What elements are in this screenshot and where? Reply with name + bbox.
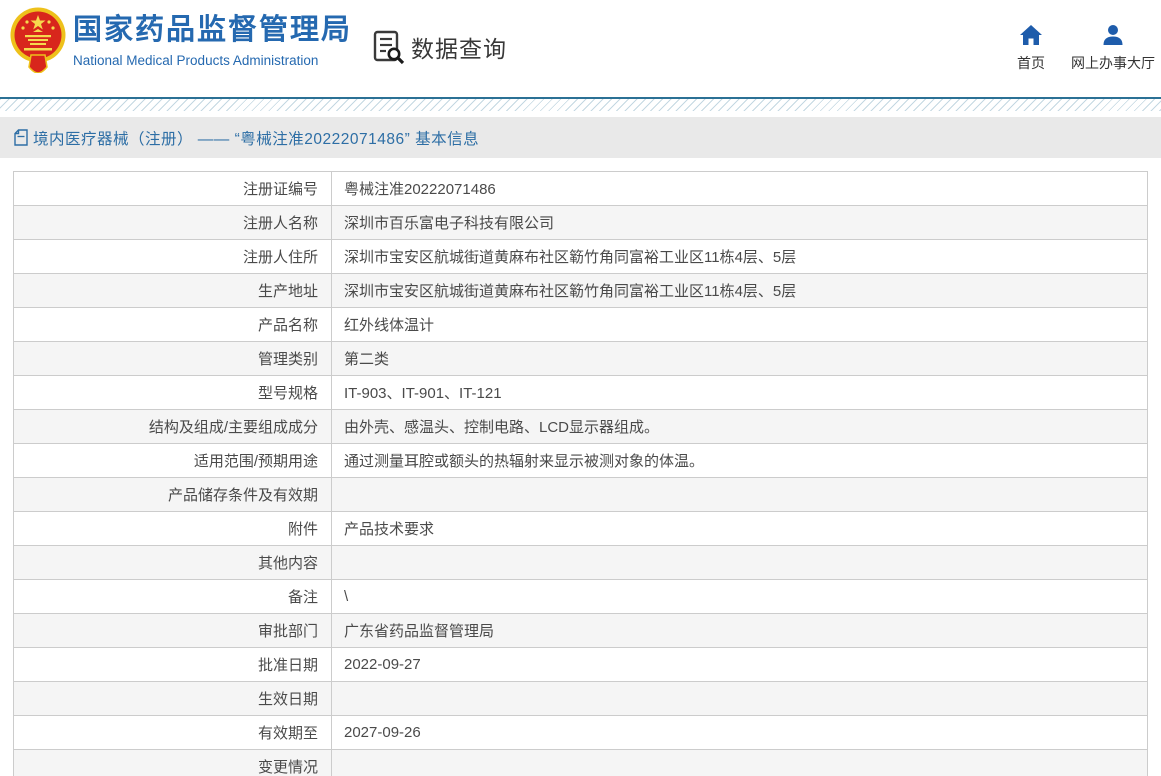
nav-online-hall[interactable]: 网上办事大厅 (1071, 24, 1155, 73)
field-value: IT-903、IT-901、IT-121 (331, 375, 1148, 410)
data-query-section[interactable]: 数据查询 (372, 29, 507, 65)
table-row: 批准日期 2022-09-27 (13, 647, 1148, 682)
field-value: 2027-09-26 (331, 715, 1148, 750)
info-table-body: 注册证编号 粤械注准20222071486 注册人名称 深圳市百乐富电子科技有限… (13, 171, 1148, 776)
field-label: 注册人住所 (13, 239, 332, 274)
site-header: 国家药品监督管理局 National Medical Products Admi… (0, 0, 1161, 97)
field-value: \ (331, 579, 1148, 614)
table-row: 变更情况 (13, 749, 1148, 776)
table-row: 有效期至 2027-09-26 (13, 715, 1148, 750)
field-label: 产品名称 (13, 307, 332, 342)
table-row: 适用范围/预期用途 通过测量耳腔或额头的热辐射来显示被测对象的体温。 (13, 443, 1148, 478)
field-label: 批准日期 (13, 647, 332, 682)
field-label: 型号规格 (13, 375, 332, 410)
field-value: 2022-09-27 (331, 647, 1148, 682)
field-label: 生产地址 (13, 273, 332, 308)
data-query-icon (372, 29, 406, 65)
field-value (331, 545, 1148, 580)
user-icon (1101, 24, 1125, 46)
registration-info-table-wrap: 注册证编号 粤械注准20222071486 注册人名称 深圳市百乐富电子科技有限… (13, 171, 1148, 776)
table-row: 结构及组成/主要组成成分 由外壳、感温头、控制电路、LCD显示器组成。 (13, 409, 1148, 444)
data-query-label: 数据查询 (411, 36, 507, 62)
national-emblem-icon (10, 7, 66, 74)
table-row: 型号规格 IT-903、IT-901、IT-121 (13, 375, 1148, 410)
table-row: 其他内容 (13, 545, 1148, 580)
field-label: 结构及组成/主要组成成分 (13, 409, 332, 444)
field-value: 通过测量耳腔或额头的热辐射来显示被测对象的体温。 (331, 443, 1148, 478)
field-label: 生效日期 (13, 681, 332, 716)
field-value: 广东省药品监督管理局 (331, 613, 1148, 648)
home-icon (1019, 24, 1043, 46)
field-value (331, 477, 1148, 512)
field-value: 深圳市宝安区航城街道黄麻布社区簕竹角同富裕工业区11栋4层、5层 (331, 273, 1148, 308)
field-value: 产品技术要求 (331, 511, 1148, 546)
registration-info-table: 注册证编号 粤械注准20222071486 注册人名称 深圳市百乐富电子科技有限… (13, 171, 1148, 776)
nav-home[interactable]: 首页 (1017, 24, 1045, 73)
field-value: 粤械注准20222071486 (331, 171, 1148, 206)
field-label: 其他内容 (13, 545, 332, 580)
table-row: 产品储存条件及有效期 (13, 477, 1148, 512)
table-row: 管理类别 第二类 (13, 341, 1148, 376)
field-value: 第二类 (331, 341, 1148, 376)
field-label: 注册人名称 (13, 205, 332, 240)
field-value: 深圳市百乐富电子科技有限公司 (331, 205, 1148, 240)
field-label: 管理类别 (13, 341, 332, 376)
table-row: 备注 \ (13, 579, 1148, 614)
field-label: 备注 (13, 579, 332, 614)
field-label: 适用范围/预期用途 (13, 443, 332, 478)
document-icon (14, 129, 28, 146)
table-row: 附件 产品技术要求 (13, 511, 1148, 546)
field-value: 红外线体温计 (331, 307, 1148, 342)
top-nav: 首页 网上办事大厅 (1017, 24, 1155, 73)
field-label: 附件 (13, 511, 332, 546)
field-value: 深圳市宝安区航城街道黄麻布社区簕竹角同富裕工业区11栋4层、5层 (331, 239, 1148, 274)
table-row: 审批部门 广东省药品监督管理局 (13, 613, 1148, 648)
header-divider-hatch (0, 99, 1161, 111)
org-name-en: National Medical Products Administration (73, 52, 319, 68)
table-row: 产品名称 红外线体温计 (13, 307, 1148, 342)
field-value (331, 681, 1148, 716)
field-label: 有效期至 (13, 715, 332, 750)
page-title-bar: 境内医疗器械（注册） —— “粤械注准20222071486” 基本信息 (0, 117, 1161, 158)
nav-home-label: 首页 (1017, 55, 1045, 71)
table-row: 生效日期 (13, 681, 1148, 716)
field-value (331, 749, 1148, 776)
page: 国家药品监督管理局 National Medical Products Admi… (0, 0, 1161, 776)
org-title-block: 国家药品监督管理局 National Medical Products Admi… (73, 14, 353, 68)
national-emblem-logo (9, 7, 67, 74)
nav-online-hall-label: 网上办事大厅 (1071, 55, 1155, 71)
org-name-cn: 国家药品监督管理局 (73, 14, 353, 46)
table-row: 注册证编号 粤械注准20222071486 (13, 171, 1148, 206)
field-value: 由外壳、感温头、控制电路、LCD显示器组成。 (331, 409, 1148, 444)
field-label: 审批部门 (13, 613, 332, 648)
field-label: 变更情况 (13, 749, 332, 776)
table-row: 注册人名称 深圳市百乐富电子科技有限公司 (13, 205, 1148, 240)
field-label: 产品储存条件及有效期 (13, 477, 332, 512)
page-title: 境内医疗器械（注册） —— “粤械注准20222071486” 基本信息 (33, 130, 480, 148)
table-row: 生产地址 深圳市宝安区航城街道黄麻布社区簕竹角同富裕工业区11栋4层、5层 (13, 273, 1148, 308)
table-row: 注册人住所 深圳市宝安区航城街道黄麻布社区簕竹角同富裕工业区11栋4层、5层 (13, 239, 1148, 274)
field-label: 注册证编号 (13, 171, 332, 206)
